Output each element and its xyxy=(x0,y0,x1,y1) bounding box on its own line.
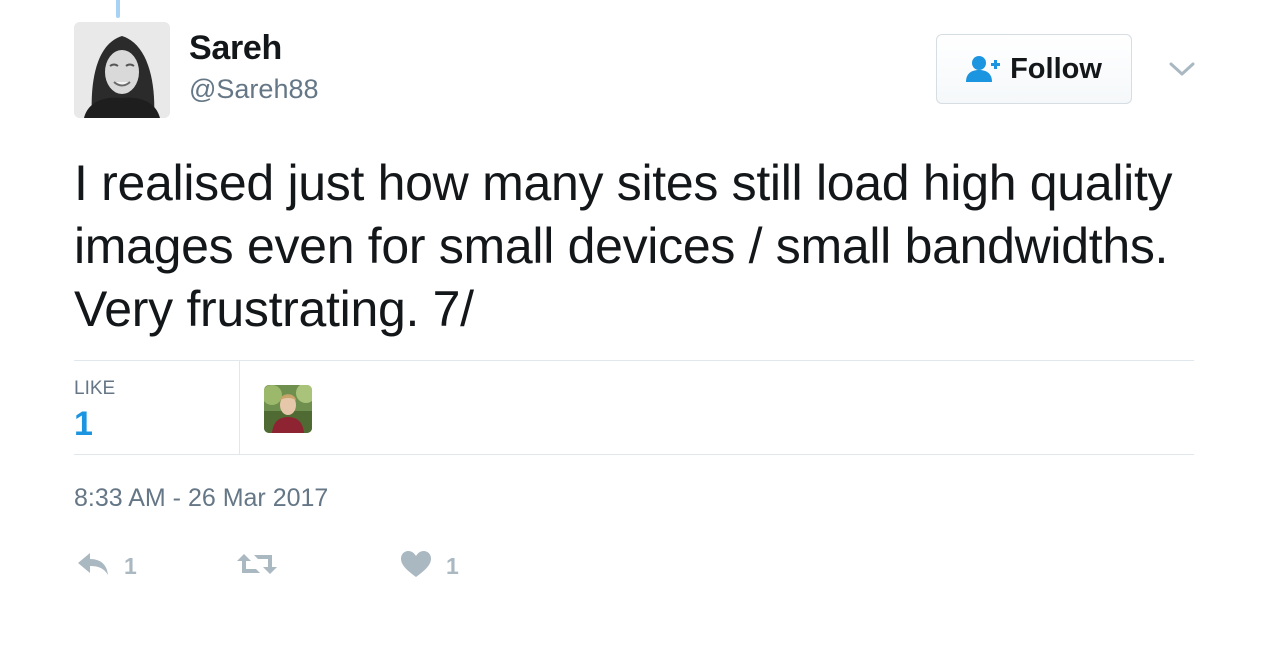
likes-count: 1 xyxy=(74,405,93,443)
reply-icon xyxy=(76,551,110,582)
reply-count: 1 xyxy=(124,552,137,579)
heart-icon xyxy=(400,550,432,583)
author-avatar[interactable] xyxy=(74,22,170,118)
add-user-icon xyxy=(966,55,1001,83)
tweet-timestamp[interactable]: 8:33 AM - 26 Mar 2017 xyxy=(74,484,328,513)
follow-button[interactable]: Follow xyxy=(936,34,1132,104)
chevron-down-icon[interactable] xyxy=(1168,58,1196,80)
author-handle[interactable]: @Sareh88 xyxy=(189,74,319,105)
thread-connector-line xyxy=(116,0,120,18)
tweet-text: I realised just how many sites still loa… xyxy=(74,155,1173,337)
likes-label: LIKE xyxy=(74,378,116,399)
like-count: 1 xyxy=(446,552,459,579)
liker-avatar[interactable] xyxy=(264,385,312,433)
like-button[interactable]: 1 xyxy=(400,546,459,586)
author-name[interactable]: Sareh xyxy=(189,29,282,68)
likes-stat[interactable]: LIKE 1 xyxy=(74,361,240,454)
reply-button[interactable]: 1 xyxy=(76,546,137,586)
tweet-stats: LIKE 1 xyxy=(74,360,1194,455)
retweet-icon xyxy=(236,551,278,582)
follow-button-label: Follow xyxy=(1010,52,1102,85)
retweet-button[interactable] xyxy=(236,546,292,586)
tweet-detail: Sareh @Sareh88 Follow I realised just ho… xyxy=(0,0,1274,646)
